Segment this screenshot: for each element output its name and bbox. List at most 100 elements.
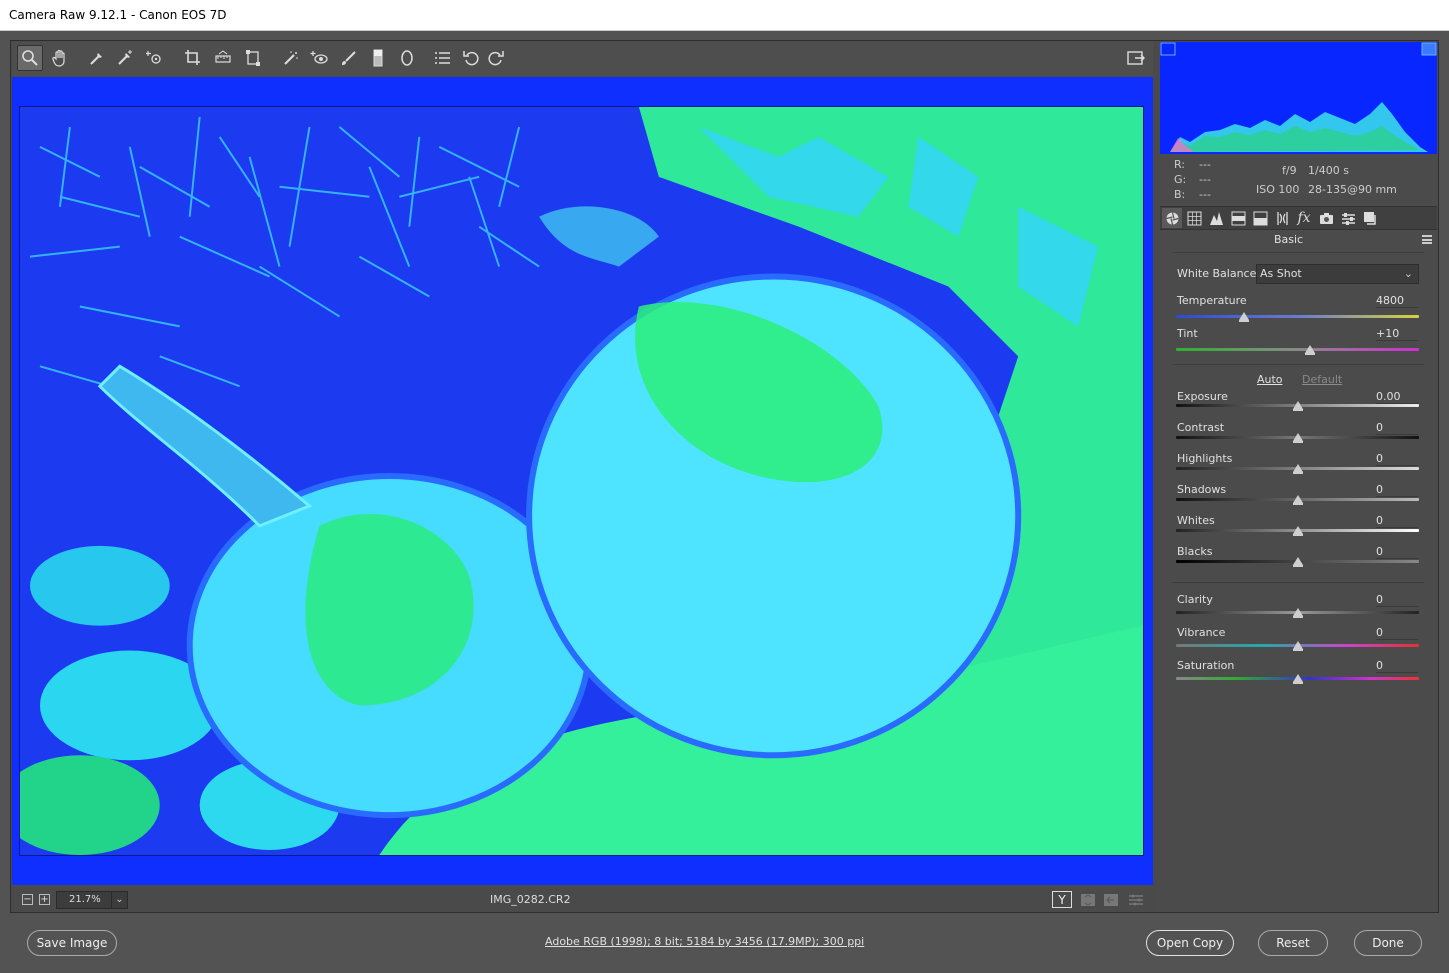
blacks-value[interactable]: 0 [1376, 545, 1418, 559]
toggle-settings-icon[interactable] [1126, 891, 1146, 908]
effects-tab-icon[interactable]: fx [1294, 208, 1314, 228]
zoom-level-value: 21.7% [69, 894, 101, 905]
tint-label: Tint [1177, 327, 1198, 340]
contrast-slider-thumb[interactable] [1292, 433, 1303, 443]
g-value: --- [1199, 173, 1211, 186]
done-button[interactable]: Done [1354, 930, 1422, 956]
crop-tool-icon[interactable] [180, 45, 206, 71]
open-copy-button[interactable]: Open Copy [1146, 930, 1234, 956]
hand-tool-icon[interactable] [47, 45, 73, 71]
highlights-value[interactable]: 0 [1376, 452, 1418, 466]
color-sampler-tool-icon[interactable] [112, 45, 138, 71]
white-balance-label: White Balance: [1177, 267, 1261, 280]
spot-removal-tool-icon[interactable] [278, 45, 304, 71]
auto-link[interactable]: Auto [1257, 373, 1283, 386]
straighten-tool-icon[interactable] [210, 45, 236, 71]
graduated-filter-tool-icon[interactable] [365, 45, 391, 71]
highlights-label: Highlights [1177, 452, 1233, 465]
tone-curve-tab-icon[interactable] [1184, 208, 1204, 228]
chevron-down-icon: ⌄ [111, 892, 127, 908]
split-toning-tab-icon[interactable] [1250, 208, 1270, 228]
clarity-value[interactable]: 0 [1376, 593, 1418, 607]
default-link[interactable]: Default [1302, 373, 1342, 386]
detail-tab-icon[interactable] [1206, 208, 1226, 228]
file-name: IMG_0282.CR2 [490, 893, 571, 906]
temperature-value[interactable]: 4800 [1376, 294, 1418, 308]
contrast-label: Contrast [1177, 421, 1225, 434]
divider [1172, 582, 1424, 583]
clarity-slider-thumb[interactable] [1292, 608, 1303, 618]
saturation-slider-thumb[interactable] [1292, 674, 1303, 684]
aperture-value: f/9 [1282, 164, 1297, 177]
lens-corrections-tab-icon[interactable] [1272, 208, 1292, 228]
copy-current-to-before-icon[interactable] [1101, 891, 1121, 908]
contrast-value[interactable]: 0 [1376, 421, 1418, 435]
adjustment-brush-tool-icon[interactable] [336, 45, 362, 71]
reset-button[interactable]: Reset [1258, 930, 1328, 956]
whites-label: Whites [1177, 514, 1215, 527]
vibrance-value[interactable]: 0 [1376, 626, 1418, 640]
workflow-options-link[interactable]: Adobe RGB (1998); 8 bit; 5184 by 3456 (1… [545, 935, 864, 948]
transform-tool-icon[interactable] [240, 45, 266, 71]
presets-tab-icon[interactable] [1338, 208, 1358, 228]
status-bar [12, 886, 1153, 912]
vibrance-label: Vibrance [1177, 626, 1226, 639]
rotate-ccw-icon[interactable] [458, 45, 484, 71]
r-value: --- [1199, 158, 1211, 171]
save-image-button[interactable]: Save Image [27, 930, 117, 956]
vibrance-slider-thumb[interactable] [1292, 641, 1303, 651]
temperature-slider-track[interactable] [1176, 315, 1419, 318]
shadows-slider-thumb[interactable] [1292, 495, 1303, 505]
r-label: R: [1174, 158, 1186, 171]
snapshots-tab-icon[interactable] [1360, 208, 1380, 228]
temperature-slider-thumb[interactable] [1239, 312, 1250, 322]
b-label: B: [1174, 188, 1186, 201]
saturation-value[interactable]: 0 [1376, 659, 1418, 673]
zoom-tool-icon[interactable] [17, 45, 43, 71]
tint-slider-track[interactable] [1176, 348, 1419, 351]
tint-slider-thumb[interactable] [1304, 345, 1315, 355]
zoom-level-select[interactable]: 21.7% ⌄ [56, 891, 128, 909]
image-preview[interactable] [19, 106, 1144, 856]
zoom-out-button[interactable]: − [22, 894, 33, 905]
preferences-tool-icon[interactable] [429, 45, 455, 71]
hsl-tab-icon[interactable] [1228, 208, 1248, 228]
divider [1172, 364, 1424, 365]
camera-calibration-tab-icon[interactable] [1316, 208, 1336, 228]
exposure-slider-thumb[interactable] [1292, 401, 1303, 411]
iso-value: ISO 100 [1256, 183, 1300, 196]
histogram [1160, 42, 1437, 154]
before-after-view-icon[interactable]: Y [1052, 891, 1072, 908]
rotate-cw-icon[interactable] [483, 45, 509, 71]
red-eye-tool-icon[interactable] [306, 45, 332, 71]
basic-tab-icon[interactable] [1162, 208, 1182, 228]
exposure-value[interactable]: 0.00 [1376, 390, 1418, 404]
tint-value[interactable]: +10 [1376, 327, 1418, 341]
shadows-value[interactable]: 0 [1376, 483, 1418, 497]
b-value: --- [1199, 188, 1211, 201]
panel-title: Basic [1273, 233, 1304, 246]
blacks-slider-thumb[interactable] [1292, 557, 1303, 567]
white-balance-value: As Shot [1260, 267, 1302, 280]
whites-slider-thumb[interactable] [1292, 526, 1303, 536]
swap-before-after-icon[interactable] [1078, 891, 1098, 908]
whites-value[interactable]: 0 [1376, 514, 1418, 528]
blacks-label: Blacks [1177, 545, 1213, 558]
target-adjustment-tool-icon[interactable] [142, 45, 168, 71]
panel-menu-icon[interactable] [1422, 235, 1432, 244]
exposure-label: Exposure [1177, 390, 1228, 403]
white-balance-tool-icon[interactable] [84, 45, 110, 71]
shadows-label: Shadows [1177, 483, 1227, 496]
divider [1172, 252, 1424, 253]
temperature-label: Temperature [1177, 294, 1247, 307]
shutter-value: 1/400 s [1308, 164, 1349, 177]
zoom-in-button[interactable]: + [39, 894, 50, 905]
full-screen-toggle-icon[interactable] [1126, 48, 1146, 68]
white-balance-select[interactable]: As Shot ⌄ [1256, 264, 1419, 284]
radial-filter-tool-icon[interactable] [394, 45, 420, 71]
saturation-label: Saturation [1177, 659, 1235, 672]
highlights-slider-thumb[interactable] [1292, 464, 1303, 474]
window-title: Camera Raw 9.12.1 - Canon EOS 7D [0, 0, 1449, 31]
lens-value: 28-135@90 mm [1308, 183, 1397, 196]
clarity-label: Clarity [1177, 593, 1213, 606]
